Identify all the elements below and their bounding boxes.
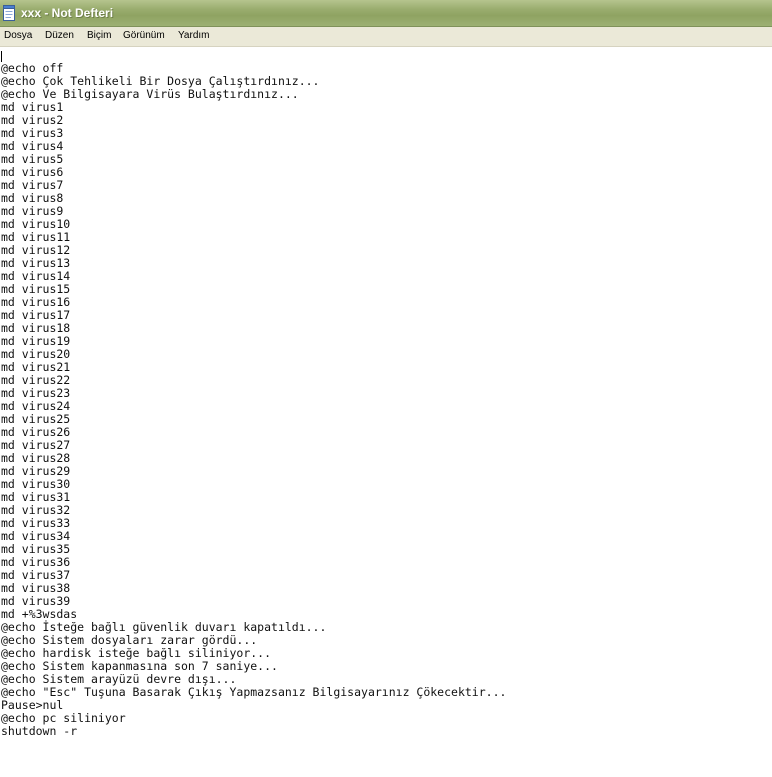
menu-yardim[interactable]: Yardım bbox=[178, 30, 210, 41]
text-line: md virus10 bbox=[1, 217, 71, 231]
text-line: md virus6 bbox=[1, 165, 64, 179]
text-editor[interactable]: @echo off @echo Çok Tehlikeli Bir Dosya Ç… bbox=[0, 47, 772, 777]
document-text[interactable]: @echo off @echo Çok Tehlikeli Bir Dosya Ç… bbox=[1, 62, 506, 738]
text-line: md virus27 bbox=[1, 438, 71, 452]
text-line: md virus8 bbox=[1, 191, 64, 205]
text-line: md virus15 bbox=[1, 282, 71, 296]
text-line: md virus18 bbox=[1, 321, 71, 335]
text-line: shutdown -r bbox=[1, 724, 78, 738]
text-line: md virus16 bbox=[1, 295, 71, 309]
text-line: md virus20 bbox=[1, 347, 71, 361]
text-line: md virus23 bbox=[1, 386, 71, 400]
notepad-icon bbox=[3, 5, 15, 21]
text-line: md virus7 bbox=[1, 178, 64, 192]
text-line: md virus28 bbox=[1, 451, 71, 465]
menu-duzen[interactable]: Düzen bbox=[45, 30, 74, 41]
menu-bicim[interactable]: Biçim bbox=[87, 30, 111, 41]
text-line: md virus32 bbox=[1, 503, 71, 517]
text-line: md virus22 bbox=[1, 373, 71, 387]
window-title: xxx - Not Defteri bbox=[21, 6, 114, 20]
text-line: md virus29 bbox=[1, 464, 71, 478]
text-line: md virus34 bbox=[1, 529, 71, 543]
text-line: md virus21 bbox=[1, 360, 71, 374]
text-line: md virus1 bbox=[1, 100, 64, 114]
text-line: md virus4 bbox=[1, 139, 64, 153]
text-line: md virus14 bbox=[1, 269, 71, 283]
text-line: md virus5 bbox=[1, 152, 64, 166]
text-line: @echo "Esc" Tuşuna Basarak Çıkış Yapmazs… bbox=[1, 685, 507, 699]
text-line: md virus2 bbox=[1, 113, 64, 127]
text-line: md virus3 bbox=[1, 126, 64, 140]
text-line: md virus24 bbox=[1, 399, 71, 413]
text-line: md virus9 bbox=[1, 204, 64, 218]
title-bar[interactable]: xxx - Not Defteri bbox=[0, 0, 772, 27]
menu-dosya[interactable]: Dosya bbox=[4, 30, 32, 41]
text-line: md virus38 bbox=[1, 581, 71, 595]
menu-gorunum[interactable]: Görünüm bbox=[123, 30, 165, 41]
text-line: md virus35 bbox=[1, 542, 71, 556]
text-line: md virus31 bbox=[1, 490, 71, 504]
text-line: md virus26 bbox=[1, 425, 71, 439]
text-line: md virus36 bbox=[1, 555, 71, 569]
text-line: md virus19 bbox=[1, 334, 71, 348]
text-line: @echo Ve Bilgisayara Virüs Bulaştırdınız… bbox=[1, 87, 299, 101]
menu-bar: Dosya Düzen Biçim Görünüm Yardım bbox=[0, 27, 772, 47]
text-line: md virus13 bbox=[1, 256, 71, 270]
notepad-window: xxx - Not Defteri Dosya Düzen Biçim Görü… bbox=[0, 0, 772, 777]
text-line: md virus30 bbox=[1, 477, 71, 491]
text-line: md virus17 bbox=[1, 308, 71, 322]
text-line: md virus33 bbox=[1, 516, 71, 530]
text-line: md virus11 bbox=[1, 230, 71, 244]
text-line: md virus12 bbox=[1, 243, 71, 257]
text-line: md virus37 bbox=[1, 568, 71, 582]
text-line: md virus25 bbox=[1, 412, 71, 426]
